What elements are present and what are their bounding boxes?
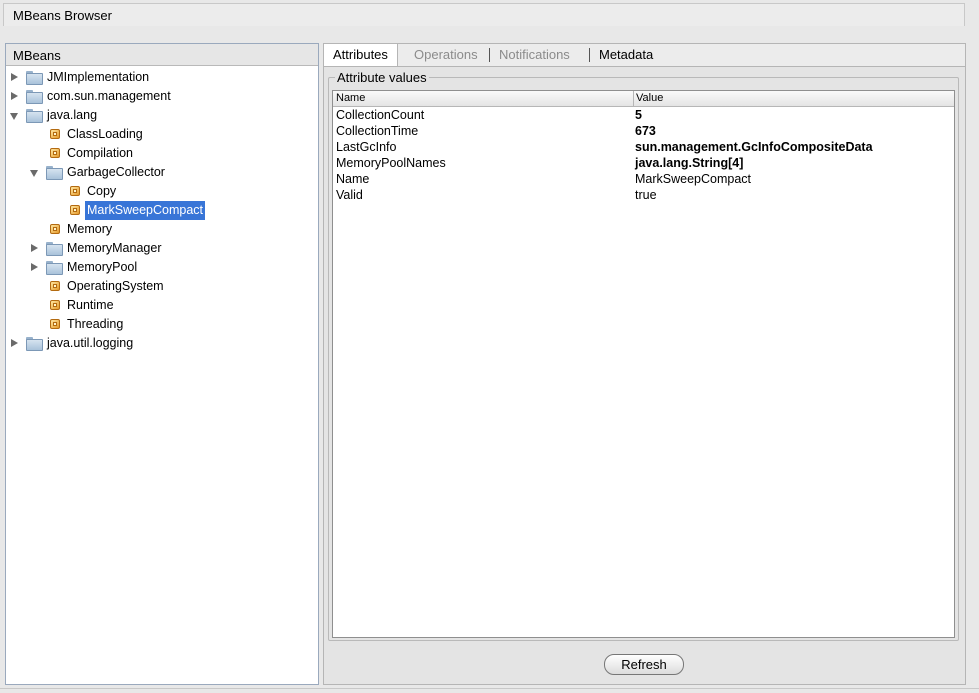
tree-node[interactable]: ClassLoading [6,125,318,144]
folder-icon [26,90,43,104]
tree-node[interactable]: Runtime [6,296,318,315]
table-row[interactable]: MemoryPoolNames java.lang.String[4] [333,155,954,171]
tree-node-label-selected[interactable]: MarkSweepCompact [85,201,206,220]
attribute-value[interactable]: 5 [635,107,642,123]
tree-node[interactable]: Threading [6,315,318,334]
table-row[interactable]: Valid true [333,187,954,203]
tree-node-label[interactable]: GarbageCollector [65,163,167,182]
attribute-name: Name [336,172,370,186]
table-row[interactable]: LastGcInfo sun.management.GcInfoComposite… [333,139,954,155]
tree-node-label[interactable]: MemoryPool [65,258,139,277]
mbean-icon [69,204,81,216]
mbean-icon [49,223,61,235]
window-bottom-border [0,688,979,689]
mbeans-header-label: MBeans [13,48,61,63]
tree-node[interactable]: java.util.logging [6,334,318,353]
collapsed-arrow-icon[interactable] [10,87,20,106]
collapsed-arrow-icon[interactable] [10,68,20,87]
tree-node-label[interactable]: ClassLoading [65,125,145,144]
tree-node[interactable]: java.lang [6,106,318,125]
tree-node[interactable]: JMImplementation [6,68,318,87]
attribute-name: MemoryPoolNames [336,156,446,170]
expanded-arrow-icon[interactable] [10,106,20,125]
attribute-name: LastGcInfo [336,140,397,154]
tree-node-label[interactable]: Threading [65,315,125,334]
tree-node[interactable]: MemoryManager [6,239,318,258]
tree-node-label[interactable]: java.lang [45,106,99,125]
attribute-name: CollectionTime [336,124,419,138]
tab-notifications[interactable]: Notifications [490,44,579,66]
tree-node[interactable]: Memory [6,220,318,239]
tree-node-label[interactable]: Compilation [65,144,135,163]
collapsed-arrow-icon[interactable] [10,334,20,353]
attribute-name: Valid [336,188,363,202]
tree-node-label[interactable]: com.sun.management [45,87,173,106]
mbean-icon [49,128,61,140]
tree-node-label[interactable]: Runtime [65,296,116,315]
mbean-icon [49,318,61,330]
tree-node-label[interactable]: MemoryManager [65,239,163,258]
folder-icon [26,337,43,351]
tab-metadata[interactable]: Metadata [590,44,662,66]
folder-icon [26,71,43,85]
folder-icon [46,261,63,275]
column-header-value[interactable]: Value [636,92,663,104]
mbeans-panel: MBeans JMImplementation com.sun.managemen… [5,43,319,685]
tree-node[interactable]: GarbageCollector [6,163,318,182]
column-header-name[interactable]: Name [336,92,365,104]
window-title: MBeans Browser [13,8,112,23]
attributes-table[interactable]: Name Value CollectionCount 5 CollectionTim… [332,90,955,638]
tree-node[interactable]: MarkSweepCompact [6,201,318,220]
mbean-icon [69,185,81,197]
mbean-icon [49,299,61,311]
mbeans-tree[interactable]: JMImplementation com.sun.management java.l… [6,66,318,684]
window-title-bar: MBeans Browser [3,3,965,26]
folder-icon [26,109,43,123]
folder-icon [46,242,63,256]
tree-node-label[interactable]: JMImplementation [45,68,151,87]
column-divider[interactable] [633,91,634,106]
tree-node[interactable]: com.sun.management [6,87,318,106]
tree-node-label[interactable]: Copy [85,182,118,201]
attribute-value[interactable]: java.lang.String[4] [635,155,743,171]
attribute-value[interactable]: sun.management.GcInfoCompositeData [635,139,873,155]
tree-node-label[interactable]: java.util.logging [45,334,135,353]
tree-node[interactable]: Copy [6,182,318,201]
tree-node[interactable]: MemoryPool [6,258,318,277]
tree-node-label[interactable]: Memory [65,220,114,239]
tab-operations[interactable]: Operations [405,44,487,66]
attribute-values-label: Attribute values [335,70,429,85]
table-row[interactable]: CollectionCount 5 [333,107,954,123]
tree-node-label[interactable]: OperatingSystem [65,277,166,296]
collapsed-arrow-icon[interactable] [30,258,40,277]
attribute-values-group: Attribute values Name Value CollectionCo… [328,70,959,641]
tree-node[interactable]: OperatingSystem [6,277,318,296]
table-header: Name Value [333,91,954,107]
tab-bar: Attributes Operations Notifications Meta… [324,44,965,67]
table-row[interactable]: Name MarkSweepCompact [333,171,954,187]
attributes-panel: Attributes Operations Notifications Meta… [323,43,966,685]
mbeans-header: MBeans [6,44,318,66]
attribute-name: CollectionCount [336,108,425,122]
mbean-icon [49,147,61,159]
attribute-value[interactable]: 673 [635,123,656,139]
tree-node[interactable]: Compilation [6,144,318,163]
tab-attributes[interactable]: Attributes [324,44,398,66]
mbean-icon [49,280,61,292]
collapsed-arrow-icon[interactable] [30,239,40,258]
folder-icon [46,166,63,180]
table-row[interactable]: CollectionTime 673 [333,123,954,139]
attribute-value: MarkSweepCompact [635,172,752,186]
refresh-button[interactable]: Refresh [604,654,684,675]
expanded-arrow-icon[interactable] [30,163,40,182]
attribute-value: true [635,188,657,202]
